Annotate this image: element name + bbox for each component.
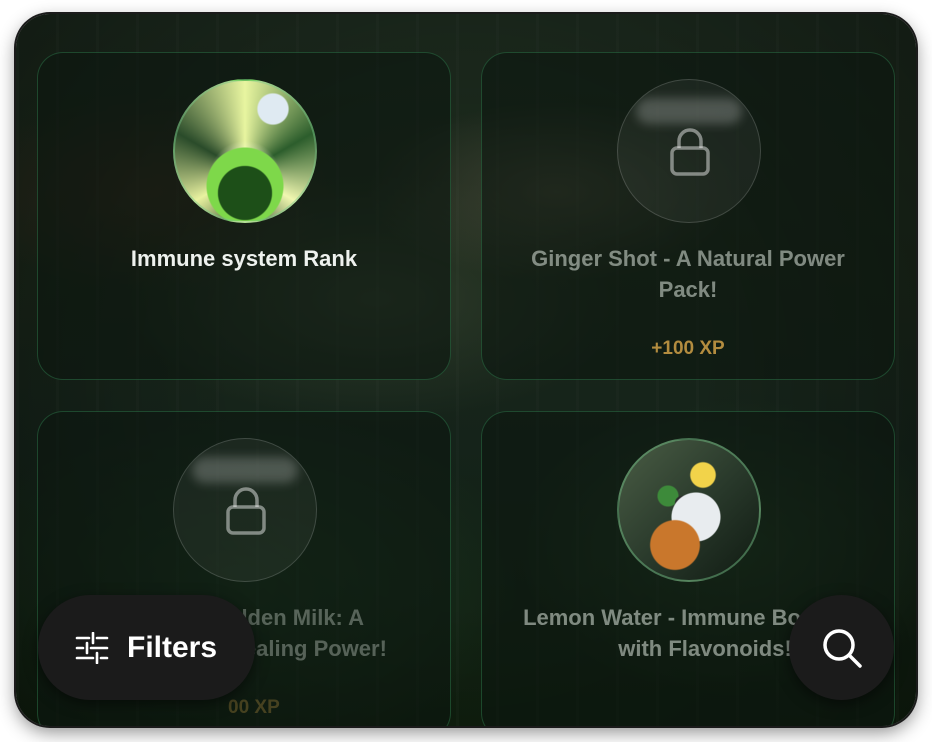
search-icon xyxy=(822,628,862,668)
lemon-water-image xyxy=(617,438,761,582)
sliders-icon xyxy=(75,631,109,664)
card-title: Ginger Shot - A Natural Power Pack! xyxy=(531,246,845,302)
immune-system-image xyxy=(173,79,317,223)
card-title: Immune system Rank xyxy=(130,246,358,271)
app-screen: Immune system Rank Ginger Shot - A Natur… xyxy=(16,14,916,726)
xp-badge: 00 XP xyxy=(228,697,280,718)
filters-button[interactable]: Filters xyxy=(38,595,255,700)
achievement-card-ginger-shot[interactable]: Ginger Shot - A Natural Power Pack! +100… xyxy=(481,52,895,380)
xp-badge: +100 XP xyxy=(651,338,725,359)
search-button[interactable] xyxy=(789,595,894,700)
locked-avatar xyxy=(173,438,317,582)
achievement-card-immune-system[interactable]: Immune system Rank xyxy=(37,52,451,380)
locked-avatar xyxy=(617,79,761,223)
lock-icon xyxy=(226,487,266,535)
lock-icon xyxy=(670,128,710,176)
filters-label: Filters xyxy=(127,630,218,664)
card-title: Lemon Water - Immune Bo with Flavonoids! xyxy=(523,605,801,661)
